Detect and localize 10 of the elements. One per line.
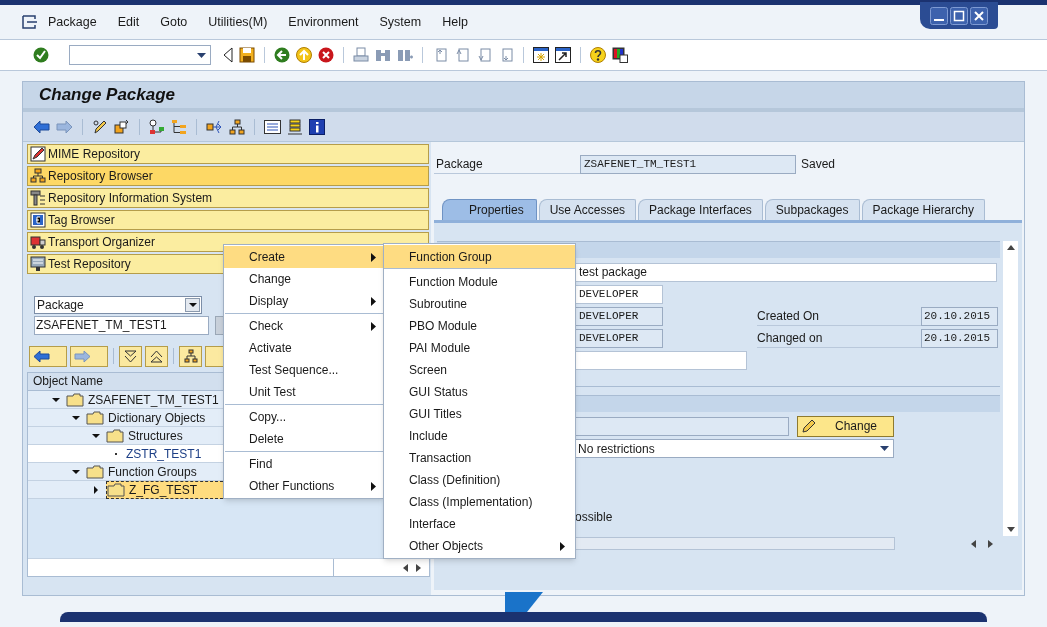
checkbox-label: ossible <box>575 509 613 524</box>
field-label: Changed on <box>757 329 921 348</box>
package-field: ZSAFENET_TM_TEST1 <box>580 154 796 174</box>
date-field: 20.10.2015 <box>921 307 998 326</box>
status-text: Saved <box>801 156 836 173</box>
screen-title: Change Package <box>39 84 176 107</box>
user-field: DEVELOPER <box>575 307 663 326</box>
field-label: Created On <box>757 307 921 326</box>
date-field: 20.10.2015 <box>921 329 998 348</box>
user-field: DEVELOPER <box>575 329 663 348</box>
